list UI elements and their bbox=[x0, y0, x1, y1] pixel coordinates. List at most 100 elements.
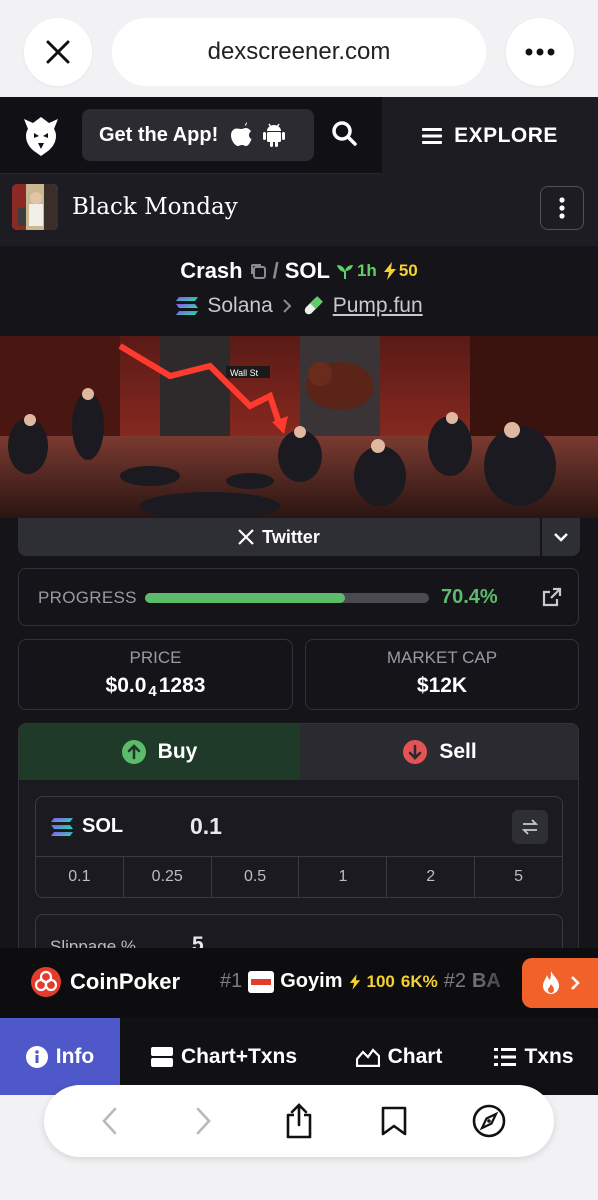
progress-label: PROGRESS bbox=[38, 588, 137, 607]
pair-age-value: 1h bbox=[356, 261, 377, 280]
dex-link[interactable]: Pump.fun bbox=[333, 294, 423, 318]
wall-st-sign: Wall St bbox=[230, 368, 259, 378]
url-text: dexscreener.com bbox=[207, 38, 391, 65]
quick-amounts: 0.1 0.25 0.5 1 2 5 bbox=[36, 857, 562, 897]
compass-icon bbox=[472, 1104, 505, 1138]
price-label: PRICE bbox=[129, 648, 182, 667]
get-the-app-button[interactable]: Get the App! bbox=[82, 109, 314, 161]
browser-toolbar-pill bbox=[44, 1085, 554, 1157]
share-button[interactable] bbox=[281, 1103, 317, 1139]
tab-info-label: Info bbox=[55, 1044, 95, 1068]
chevron-right-icon bbox=[571, 976, 580, 990]
slippage-label: Slippage % bbox=[50, 937, 137, 948]
twitter-label: Twitter bbox=[262, 526, 320, 547]
chevron-right-icon bbox=[283, 299, 292, 313]
quick-amount-button[interactable]: 0.1 bbox=[36, 857, 124, 897]
arrow-down-circle-icon bbox=[403, 740, 428, 764]
price-zero-count: 4 bbox=[148, 683, 157, 700]
amount-input[interactable]: 0.1 bbox=[190, 813, 222, 840]
forward-button[interactable] bbox=[186, 1103, 222, 1139]
chevron-left-icon bbox=[102, 1107, 117, 1135]
tab-txns-label: Txns bbox=[524, 1044, 574, 1068]
progress-track bbox=[145, 593, 429, 603]
token-menu-button[interactable] bbox=[540, 186, 584, 230]
url-bar[interactable]: dexscreener.com bbox=[112, 18, 486, 86]
arrow-up-circle-icon bbox=[121, 740, 146, 764]
dexscreener-logo-icon[interactable] bbox=[18, 113, 64, 159]
token-main-panel: Twitter PROGRESS 70.4% PRICE $0.0 41283 M… bbox=[0, 518, 598, 948]
tab-chart[interactable]: Chart bbox=[328, 1018, 470, 1095]
boost-value: 50 bbox=[398, 261, 418, 280]
close-tab-button[interactable] bbox=[24, 18, 92, 86]
tab-chart-txns-label: Chart+Txns bbox=[180, 1044, 298, 1068]
compass-button[interactable] bbox=[471, 1103, 507, 1139]
sponsor-banner[interactable]: CoinPoker bbox=[30, 966, 180, 998]
socials-expand-button[interactable] bbox=[542, 518, 580, 556]
slippage-input-group: Slippage % 5 bbox=[35, 914, 563, 948]
browser-top-bar: dexscreener.com bbox=[0, 0, 598, 97]
trend-rank: #1 bbox=[220, 970, 243, 992]
token-name: Black Monday bbox=[72, 194, 238, 220]
quick-amount-button[interactable]: 0.25 bbox=[124, 857, 212, 897]
market-cap-label: MARKET CAP bbox=[386, 648, 498, 667]
quick-amount-button[interactable]: 2 bbox=[387, 857, 476, 897]
android-icon bbox=[263, 123, 286, 147]
chevron-down-icon bbox=[554, 533, 568, 542]
close-icon bbox=[46, 40, 70, 64]
chain-line: Solana Pump.fun bbox=[0, 294, 598, 318]
lightning-icon bbox=[349, 973, 360, 990]
bookmarks-button[interactable] bbox=[376, 1103, 412, 1139]
trend-change: 6K% bbox=[400, 971, 438, 991]
bottom-tab-bar: Info Chart+Txns Chart Txns bbox=[0, 1018, 598, 1095]
x-logo-icon bbox=[238, 529, 254, 545]
switch-currency-button[interactable] bbox=[512, 810, 548, 844]
share-icon bbox=[286, 1103, 312, 1139]
quick-amount-button[interactable]: 0.5 bbox=[212, 857, 300, 897]
solana-icon bbox=[51, 817, 73, 836]
external-link-icon[interactable] bbox=[541, 586, 563, 608]
chevron-right-icon bbox=[196, 1107, 211, 1135]
bookmark-icon bbox=[381, 1106, 407, 1136]
tab-info[interactable]: Info bbox=[0, 1018, 120, 1095]
more-horizontal-icon bbox=[525, 48, 555, 56]
area-chart-icon bbox=[355, 1047, 380, 1067]
amount-token: SOL bbox=[50, 815, 123, 838]
search-icon[interactable] bbox=[330, 119, 360, 149]
menu-icon bbox=[422, 127, 443, 144]
back-button[interactable] bbox=[91, 1103, 127, 1139]
token-avatar bbox=[12, 184, 58, 230]
token-logo-icon bbox=[248, 970, 275, 993]
tab-buy[interactable]: Buy bbox=[19, 724, 300, 780]
slippage-input[interactable]: 5 bbox=[192, 933, 204, 948]
tab-sell[interactable]: Sell bbox=[300, 724, 578, 780]
price-value: $0.0 41283 bbox=[19, 674, 292, 700]
browser-bottom-toolbar bbox=[0, 1085, 598, 1200]
ticker-fade bbox=[470, 948, 530, 1018]
tab-chart-txns[interactable]: Chart+Txns bbox=[120, 1018, 328, 1095]
get-app-label: Get the App! bbox=[99, 123, 219, 146]
buy-label: Buy bbox=[157, 740, 198, 763]
explore-button[interactable]: EXPLORE bbox=[382, 97, 598, 174]
coinpoker-logo-icon bbox=[31, 967, 61, 997]
quick-amount-button[interactable]: 5 bbox=[475, 857, 562, 897]
trending-expand-button[interactable] bbox=[522, 958, 598, 1008]
copy-icon[interactable] bbox=[249, 262, 267, 280]
boost-count[interactable]: 50 bbox=[383, 261, 418, 281]
quick-amount-button[interactable]: 1 bbox=[299, 857, 388, 897]
token-banner-image: Wall St bbox=[0, 336, 598, 518]
tab-txns[interactable]: Txns bbox=[470, 1018, 598, 1095]
quote-symbol: SOL bbox=[284, 258, 330, 283]
more-button[interactable] bbox=[506, 18, 574, 86]
list-icon bbox=[494, 1047, 517, 1066]
trending-item[interactable]: #1 Goyim 100 6K% #2 BA bbox=[220, 970, 501, 993]
progress-fill bbox=[145, 593, 345, 603]
lightning-icon bbox=[383, 262, 396, 280]
twitter-link-button[interactable]: Twitter bbox=[18, 518, 540, 556]
token-bar: Black Monday bbox=[0, 174, 598, 246]
market-cap-value: $12K bbox=[416, 674, 468, 697]
chain-name[interactable]: Solana bbox=[207, 294, 272, 318]
tab-chart-label: Chart bbox=[387, 1044, 443, 1068]
pair-info: Crash / SOL 1h 50 Solana Pump.fun bbox=[0, 246, 598, 336]
amount-input-group: SOL 0.1 0.1 0.25 0.5 1 2 5 bbox=[35, 796, 563, 898]
progress-value: 70.4% bbox=[441, 586, 498, 608]
